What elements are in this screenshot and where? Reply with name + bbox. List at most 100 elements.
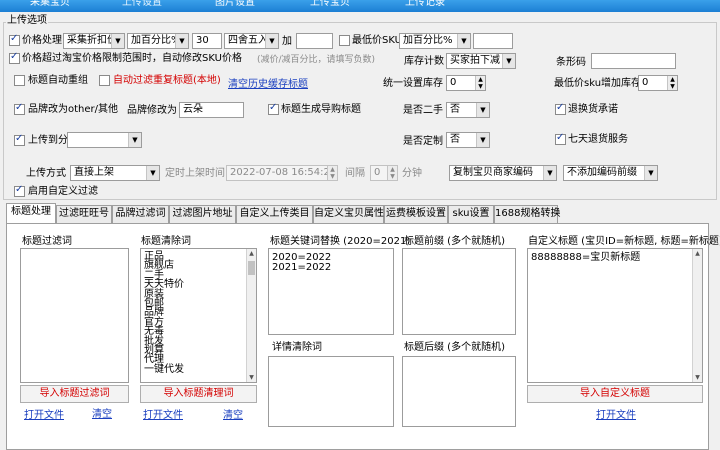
detail-clear-textarea[interactable] [268, 356, 394, 427]
scroll-down-icon[interactable]: ▼ [247, 373, 256, 382]
import-filter-button[interactable]: 导入标题过滤词 [20, 385, 129, 403]
keyword-replace-label: 标题关键词替换 (2020=2021) [270, 236, 411, 247]
uniform-stock-value: 0 [450, 77, 457, 88]
top-tab-collect[interactable]: 采集宝贝 [30, 0, 70, 11]
custom-filter-label: 启用自定义过滤 [28, 186, 98, 197]
stock-count-select[interactable]: 买家拍下减 ▼ [446, 53, 516, 69]
price-process-label: 价格处理 [22, 35, 62, 46]
tab-custom-attributes[interactable]: 自定义宝贝属性 [313, 205, 384, 223]
top-tab-image-settings[interactable]: 图片设置 [215, 0, 255, 11]
custom-filter-checkbox[interactable] [14, 184, 25, 197]
scroll-up-icon[interactable]: ▲ [693, 249, 702, 258]
custom-made-label: 是否定制 [403, 136, 443, 147]
import-clear-button[interactable]: 导入标题清理词 [140, 385, 257, 403]
title-clear-textarea[interactable]: 正品 旗舰店 二手 天天特价 原装 包邮 品牌 官方 无毒 批发 划算 代理 一… [140, 248, 257, 383]
tab-1688-spec[interactable]: 1688规格转换 [494, 205, 560, 223]
tab-custom-category[interactable]: 自定义上传类目 [236, 205, 313, 223]
spinner-icon[interactable]: ▲ ▼ [327, 166, 337, 180]
brand-change-input[interactable]: 云朵 [179, 102, 244, 118]
prefix-code-select[interactable]: 不添加编码前缀 ▼ [563, 165, 658, 181]
over-limit-checkbox[interactable] [9, 51, 20, 64]
uniform-stock-label: 统一设置库存 [383, 78, 443, 89]
barcode-label: 条形码 [556, 57, 586, 68]
clear-clear-link[interactable]: 清空 [223, 406, 243, 421]
price-method-select[interactable]: 加百分比% ▼ [127, 33, 189, 49]
tab-shipping-template[interactable]: 运费模板设置 [384, 205, 448, 223]
seven-day-label: 七天退货服务 [568, 134, 628, 145]
price-mode-select[interactable]: 采集折扣价 ▼ [63, 33, 125, 49]
price-process-checkbox[interactable] [9, 33, 20, 46]
title-clear-scrollbar[interactable]: ▲ ▼ [246, 249, 256, 382]
chevron-down-icon: ▼ [476, 133, 489, 147]
title-prefix-label: 标题前缀 (多个就随机) [404, 236, 505, 247]
timed-value: 2022-07-08 16:54:27 [230, 167, 337, 178]
upload-mode-select[interactable]: 直接上架 ▼ [70, 165, 160, 181]
upload-category-checkbox[interactable] [14, 133, 25, 146]
keyword-replace-textarea[interactable]: 2020=2022 2021=2022 [268, 248, 394, 335]
spinner-icon[interactable]: ▲ ▼ [667, 76, 677, 90]
title-prefix-textarea[interactable] [402, 248, 516, 335]
timed-input[interactable]: 2022-07-08 16:54:27 ▲ ▼ [226, 165, 338, 181]
upload-mode-value: 直接上架 [74, 167, 114, 178]
min-sku-method-select[interactable]: 加百分比% ▼ [399, 33, 471, 49]
top-tab-upload-items[interactable]: 上传宝贝 [310, 0, 350, 11]
rounding-value: 四舍五入 [228, 35, 268, 46]
copy-code-select[interactable]: 复制宝贝商家编码 ▼ [449, 165, 557, 181]
title-suffix-textarea[interactable] [402, 356, 516, 427]
title-filter-textarea[interactable] [20, 248, 129, 383]
scroll-thumb[interactable] [248, 261, 255, 275]
top-tab-upload-records[interactable]: 上传记录 [405, 0, 445, 11]
chevron-down-icon: ▼ [175, 34, 188, 48]
filter-clear-link[interactable]: 清空 [92, 405, 112, 420]
scroll-down-icon[interactable]: ▼ [693, 373, 702, 382]
chevron-down-icon: ▼ [111, 34, 124, 48]
second-hand-select[interactable]: 否 ▼ [446, 102, 490, 118]
min-sku-checkbox[interactable] [339, 35, 350, 46]
min-sku-value-input[interactable] [473, 33, 513, 49]
spinner-icon[interactable]: ▲ ▼ [475, 76, 485, 90]
custom-title-scrollbar[interactable]: ▲ ▼ [692, 249, 702, 382]
auto-filter-checkbox[interactable] [99, 75, 110, 86]
tab-filter-wangwang[interactable]: 过滤旺旺号 [56, 205, 112, 223]
seven-day-checkbox[interactable] [555, 132, 566, 145]
rounding-select[interactable]: 四舍五入 ▼ [224, 33, 279, 49]
category-select[interactable]: ▼ [67, 132, 142, 148]
spinner-icon[interactable]: ▲ ▼ [387, 166, 397, 180]
brand-other-checkbox[interactable] [14, 102, 25, 115]
barcode-input[interactable] [591, 53, 676, 69]
min-sku-add-stock-value: 0 [642, 77, 649, 88]
list-item: 一键代发 [144, 363, 184, 375]
custom-title-textarea[interactable]: 88888888=宝贝新标题 ▲ ▼ [527, 248, 703, 383]
interval-input[interactable]: 0 ▲ ▼ [370, 165, 398, 181]
stock-count-value: 买家拍下减 [450, 55, 500, 66]
import-custom-title-button[interactable]: 导入自定义标题 [527, 385, 703, 403]
chevron-down-icon: ▼ [457, 34, 470, 48]
custom-open-file-link[interactable]: 打开文件 [596, 406, 636, 421]
auto-regroup-checkbox[interactable] [14, 75, 25, 86]
second-hand-label: 是否二手 [403, 105, 443, 116]
top-tab-bar: 采集宝贝 上传设置 图片设置 上传宝贝 上传记录 [0, 0, 720, 12]
min-sku-add-stock-input[interactable]: 0 ▲ ▼ [638, 75, 678, 91]
title-filter-label: 标题过滤词 [22, 236, 72, 247]
negative-hint: (减价/减百分比，请填写负数) [257, 55, 376, 65]
brand-other-label: 品牌改为other/其他 [28, 104, 119, 115]
tab-brand-filter[interactable]: 品牌过滤词 [112, 205, 169, 223]
filter-open-file-link[interactable]: 打开文件 [24, 406, 64, 421]
scroll-up-icon[interactable]: ▲ [247, 249, 256, 258]
uniform-stock-input[interactable]: 0 ▲ ▼ [446, 75, 486, 91]
min-sku-label: 最低价SKU [352, 35, 402, 46]
price-value-input[interactable]: 30 [192, 33, 222, 49]
tab-sku-settings[interactable]: sku设置 [448, 205, 494, 223]
clear-cache-link[interactable]: 清空历史缓存标题 [228, 75, 308, 90]
clear-open-file-link[interactable]: 打开文件 [143, 406, 183, 421]
tab-title-process[interactable]: 标题处理 [6, 203, 56, 224]
return-promise-checkbox[interactable] [555, 102, 566, 115]
custom-made-select[interactable]: 否 ▼ [446, 132, 490, 148]
chevron-down-icon: ▼ [128, 133, 141, 147]
tab-filter-image-url[interactable]: 过滤图片地址 [169, 205, 236, 223]
stock-count-label: 库存计数 [404, 56, 444, 67]
top-tab-upload-settings[interactable]: 上传设置 [122, 0, 162, 11]
gen-guide-title-checkbox[interactable] [268, 102, 279, 115]
add-value-input[interactable] [296, 33, 333, 49]
copy-code-value: 复制宝贝商家编码 [453, 167, 533, 178]
